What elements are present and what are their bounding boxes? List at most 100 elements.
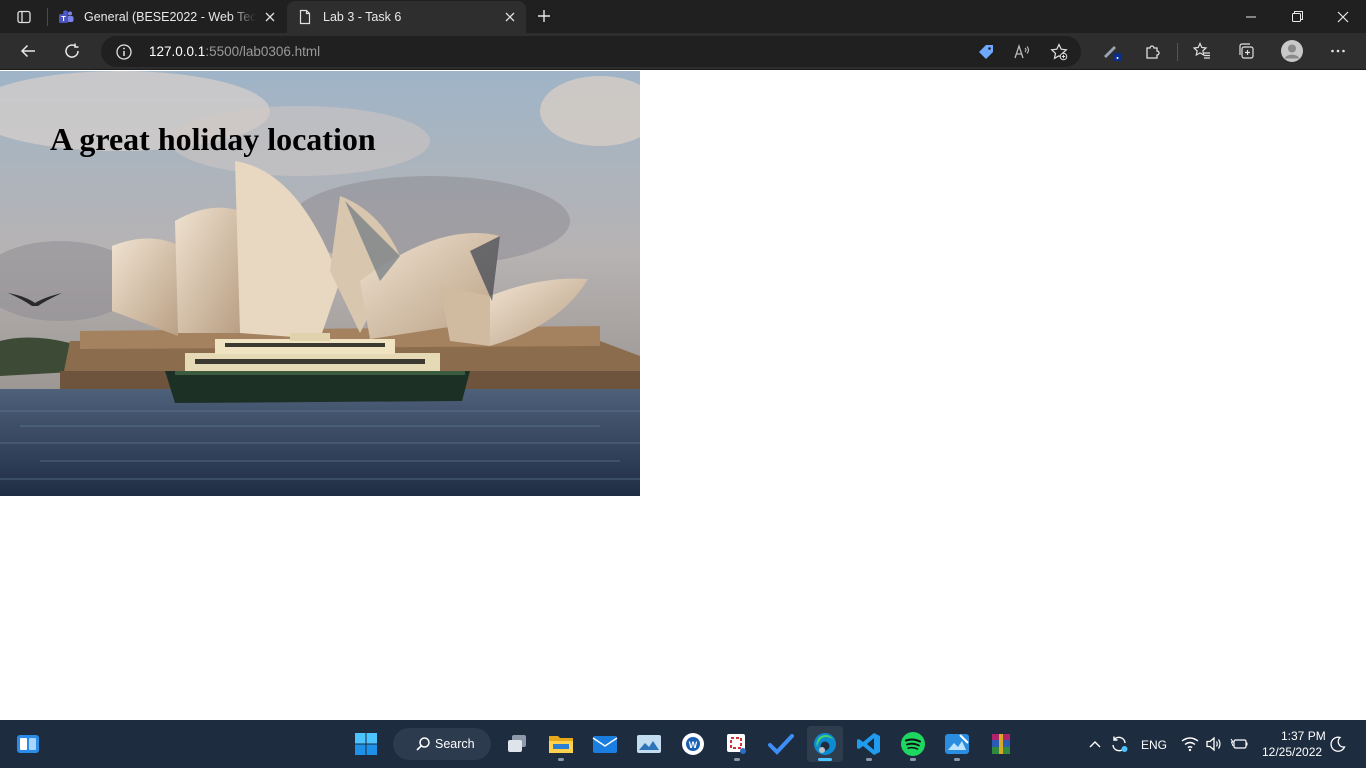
read-aloud-button[interactable] [1009,40,1035,64]
close-icon [505,12,515,22]
paint-button[interactable] [939,726,975,762]
coupons-button[interactable] [973,40,999,64]
refresh-icon [65,43,79,58]
volume-button[interactable] [1204,734,1224,754]
read-aloud-icon [1014,43,1030,59]
site-info-icon[interactable] [115,43,133,61]
collections-icon [1239,43,1254,59]
widgets-icon [17,735,39,753]
tag-icon [979,45,993,59]
moon-icon [1330,736,1346,752]
wifi-icon [1181,737,1199,752]
profile-button[interactable] [1277,37,1307,65]
avatar-icon [1281,40,1303,62]
task-view-icon [508,735,526,752]
tab-actions-button[interactable] [8,5,40,29]
checkmark-icon [768,734,794,755]
close-tab-button[interactable] [262,9,278,25]
tab-lab3-task6[interactable]: Lab 3 - Task 6 [287,1,526,33]
word-circle-icon: W [682,733,704,755]
speaker-icon [1206,736,1221,752]
favorites-button[interactable] [1187,37,1217,65]
close-icon [265,12,275,21]
edge-button[interactable] [807,726,843,762]
show-hidden-icons-button[interactable] [1085,734,1105,754]
minimize-icon [1246,16,1256,17]
notifications-button[interactable] [1328,734,1348,754]
address-bar[interactable]: 127.0.0.1:5500/lab0306.html [101,36,1081,67]
word-app-button[interactable]: W [675,726,711,762]
file-explorer-button[interactable] [543,726,579,762]
settings-more-button[interactable] [1323,37,1353,65]
toolbar-separator [1177,43,1178,61]
chevron-up-icon [1089,741,1101,748]
puzzle-icon [1146,45,1160,59]
close-tab-button[interactable] [502,9,518,25]
snipping-tool-button[interactable] [719,726,755,762]
refresh-button[interactable] [57,37,87,65]
svg-text:T: T [61,14,66,23]
vscode-icon [857,733,880,755]
teams-icon: T [59,9,74,23]
running-indicator [910,758,916,761]
running-indicator [734,758,740,761]
url-text[interactable]: 127.0.0.1:5500/lab0306.html [149,44,320,59]
todo-button[interactable] [763,726,799,762]
star-add-icon [1050,43,1068,61]
vscode-button[interactable] [851,726,887,762]
task-view-button[interactable] [499,726,535,762]
mail-button[interactable] [587,726,623,762]
sync-tray-button[interactable] [1109,734,1129,754]
snipping-icon [727,734,746,754]
browser-toolbar: 127.0.0.1:5500/lab0306.html [0,33,1366,70]
favorites-icon [1193,42,1210,59]
start-button[interactable] [348,726,384,762]
page-content: A great holiday location [0,71,1366,720]
minimize-button[interactable] [1228,0,1274,33]
back-button[interactable] [13,37,43,65]
widgets-button[interactable] [10,726,46,762]
collections-button[interactable] [1231,37,1261,65]
page-heading: A great holiday location [50,121,376,157]
taskbar: Search W ENG 1:37 PM 12/25/2022 [0,720,1366,768]
spotify-button[interactable] [895,726,931,762]
battery-icon [1230,738,1248,749]
new-tab-button[interactable] [532,4,556,28]
extensions-button[interactable] [1138,37,1168,65]
winrar-icon [992,734,1010,754]
search-label: Search [435,737,475,751]
search-icon [416,737,430,751]
more-icon [1331,49,1345,53]
back-arrow-icon [20,44,35,58]
windows-logo-icon [355,733,377,755]
svg-text:W: W [689,740,698,750]
running-indicator [866,758,872,761]
plus-icon [538,10,550,22]
url-path: :5500/lab0306.html [205,44,321,59]
url-host: 127.0.0.1 [149,44,206,59]
edge-icon [814,733,836,755]
sync-icon [1112,736,1128,752]
battery-button[interactable] [1229,734,1249,754]
clock-time[interactable]: 1:37 PM [1281,729,1326,743]
add-favorite-button[interactable] [1046,40,1072,64]
wifi-button[interactable] [1180,734,1200,754]
restore-button[interactable] [1274,0,1320,33]
taskbar-search[interactable]: Search [393,728,491,760]
tab-actions-icon [17,10,31,24]
winrar-button[interactable] [983,726,1019,762]
tab-teams[interactable]: T General (BESE2022 - Web Technologies) [48,0,286,33]
photos-button[interactable] [631,726,667,762]
running-indicator [818,758,832,761]
paint-icon [945,734,969,754]
pen-extension-icon [1104,46,1122,61]
close-icon [1337,11,1349,22]
clock-date[interactable]: 12/25/2022 [1262,745,1322,759]
mail-icon [592,736,618,753]
language-indicator[interactable]: ENG [1141,738,1167,752]
browser-tab-strip: T General (BESE2022 - Web Technologies) … [0,0,1366,33]
extension-pen-button[interactable] [1097,37,1127,65]
close-window-button[interactable] [1320,0,1366,33]
spotify-icon [901,732,925,756]
page-icon [299,9,311,25]
